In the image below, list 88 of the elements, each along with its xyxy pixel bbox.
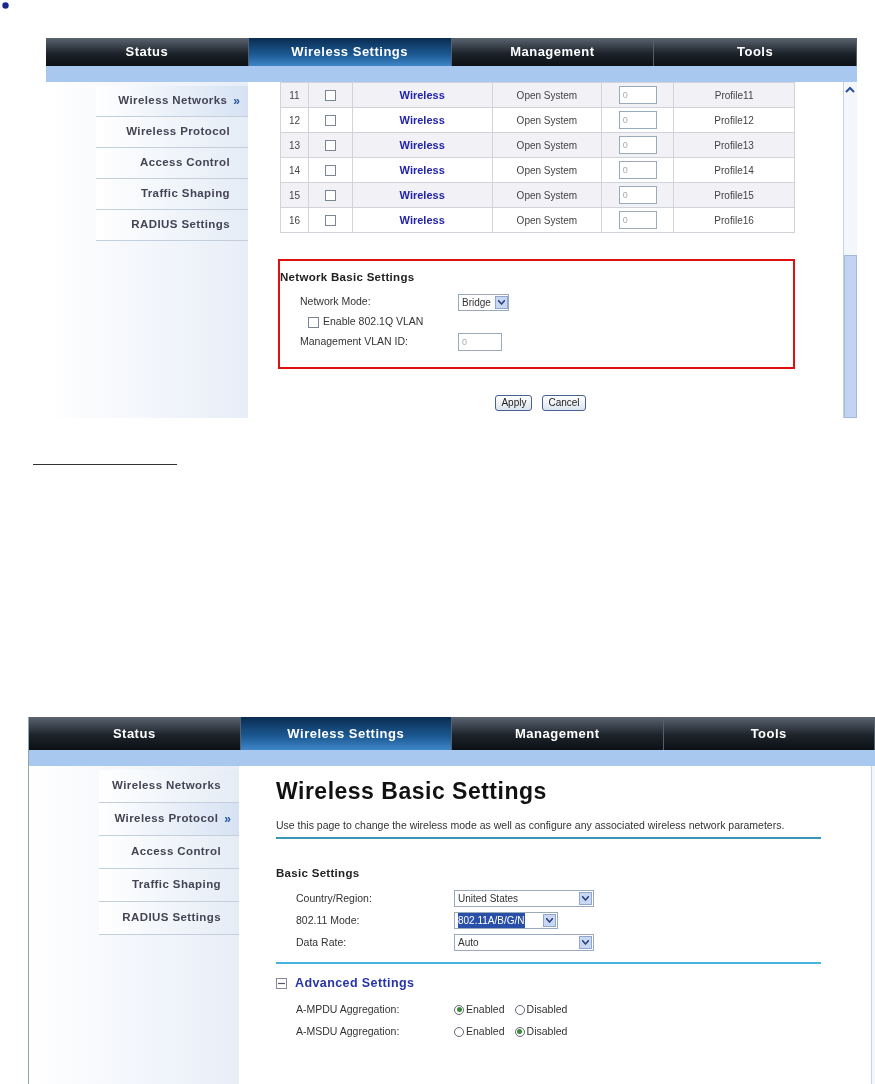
sidebar-label: RADIUS Settings [122, 910, 221, 926]
row-number: 13 [288, 139, 301, 151]
network-link[interactable]: Wireless [399, 163, 445, 176]
profile-name: Profile15 [714, 189, 754, 201]
network-link[interactable]: Wireless [399, 88, 445, 101]
mode-select[interactable]: Bridge [458, 293, 509, 311]
profile-name: Profile12 [714, 114, 754, 126]
sidebar-label: Wireless Protocol [126, 124, 230, 140]
sidebar-label: Traffic Shaping [140, 186, 230, 202]
network-link[interactable]: Wireless [399, 188, 445, 201]
select-value: United States [458, 892, 519, 907]
field-label: Management VLAN ID: [300, 334, 409, 350]
sidebar-item[interactable]: Access Control [99, 836, 239, 869]
page-title: Wireless Basic Settings [276, 777, 548, 806]
nav-tab[interactable]: Wireless Settings [240, 717, 452, 750]
row-number: 11 [289, 89, 300, 101]
radio-option[interactable]: Disabled [514, 1023, 568, 1040]
select-field[interactable]: Auto [454, 934, 594, 952]
section-title: Basic Settings [276, 865, 361, 881]
security-text: Open System [516, 139, 578, 151]
radio-option[interactable]: Disabled [514, 1001, 568, 1018]
profile-name: Profile13 [714, 139, 754, 151]
profile-name: Profile16 [714, 214, 754, 226]
network-link[interactable]: Wireless [399, 213, 445, 226]
network-link[interactable]: Wireless [399, 113, 445, 126]
field-label: 802.11 Mode: [296, 912, 361, 928]
scroll-thumb[interactable] [844, 255, 857, 418]
collapse-icon[interactable] [276, 977, 287, 989]
selected-marker: » [224, 811, 231, 828]
sidebar-label: Wireless Networks [118, 93, 228, 109]
sidebar-item[interactable]: Access Control [96, 148, 248, 179]
select-value: Auto [458, 936, 479, 951]
form-button[interactable]: Apply [495, 395, 533, 411]
field-label: Data Rate: [296, 934, 348, 950]
select-value: 802.11A/B/G/N [458, 913, 525, 929]
row-number: 15 [288, 189, 301, 201]
page-description: Use this page to change the wireless mode as well as configure any associated wireless network parameters. [276, 818, 786, 831]
sidebar-label: Traffic Shaping [131, 877, 221, 893]
sidebar-label: RADIUS Settings [131, 217, 230, 233]
row-number: 16 [288, 214, 301, 226]
field-label: Network Mode: [300, 294, 372, 310]
section-title: Network Basic Settings [280, 270, 416, 285]
selected-marker: » [233, 93, 240, 110]
field-label: Country/Region: [296, 890, 373, 906]
nav-tab[interactable]: Wireless Settings [248, 38, 452, 66]
security-text: Open System [516, 214, 578, 226]
sidebar-item[interactable]: RADIUS Settings [96, 210, 248, 241]
security-text: Open System [516, 189, 578, 201]
scrollbar[interactable] [843, 82, 857, 418]
sidebar-item[interactable]: Wireless Protocol [96, 117, 248, 148]
radio-option[interactable]: Enabled [454, 1001, 505, 1018]
sidebar-item[interactable]: Wireless Protocol » [99, 803, 239, 836]
security-text: Open System [516, 164, 578, 176]
profile-name: Profile11 [714, 89, 754, 101]
checkbox[interactable] [324, 165, 336, 177]
checkbox[interactable] [324, 215, 336, 227]
field-label: A-MPDU Aggregation: [296, 1001, 401, 1017]
checkbox[interactable] [324, 90, 336, 102]
select-value: Bridge [462, 295, 491, 310]
sidebar-label: Access Control [131, 844, 221, 860]
bullet-icon [2, 2, 9, 9]
section-title: Advanced Settings [295, 974, 415, 992]
checkbox[interactable] [324, 115, 336, 127]
sidebar-item[interactable]: Traffic Shaping [96, 179, 248, 210]
sidebar-label: Wireless Networks [112, 778, 221, 794]
field-label: A-MSDU Aggregation: [296, 1023, 401, 1039]
select-field[interactable]: 802.11A/B/G/N [454, 912, 558, 930]
sidebar-item[interactable]: Traffic Shaping [99, 869, 239, 902]
select-field[interactable]: United States [454, 890, 594, 908]
form-button[interactable]: Cancel [542, 395, 586, 411]
sidebar-label: Access Control [140, 155, 230, 171]
sidebar-item[interactable]: Wireless Networks » [96, 86, 248, 117]
checkbox-label: Enable 802.1Q VLAN [323, 314, 425, 330]
sidebar-label: Wireless Protocol [114, 811, 219, 827]
network-link[interactable]: Wireless [399, 138, 445, 151]
checkbox[interactable] [324, 190, 336, 202]
sidebar-item[interactable]: RADIUS Settings [99, 902, 239, 935]
security-text: Open System [516, 89, 578, 101]
sidebar-item[interactable]: Wireless Networks [99, 770, 239, 803]
security-text: Open System [516, 114, 578, 126]
row-number: 14 [288, 164, 301, 176]
radio-option[interactable]: Enabled [454, 1023, 505, 1040]
checkbox[interactable] [308, 316, 319, 328]
scroll-up-icon[interactable] [844, 85, 857, 95]
profile-name: Profile14 [714, 164, 754, 176]
row-number: 12 [288, 114, 301, 126]
scrollbar[interactable] [871, 766, 875, 1084]
checkbox[interactable] [324, 140, 336, 152]
